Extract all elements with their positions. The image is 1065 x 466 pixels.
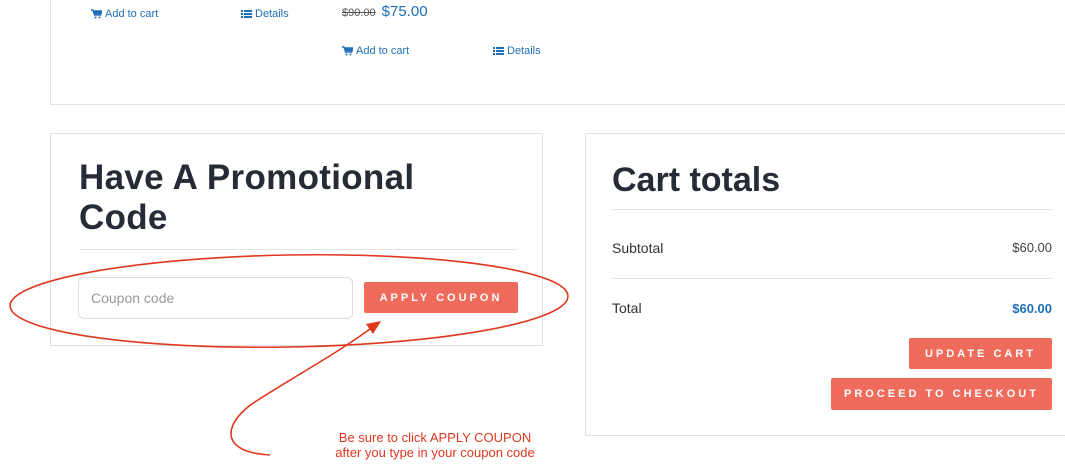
annotation-line-2: after you type in your coupon code [335,445,535,460]
cart-icon [342,46,353,56]
divider [612,278,1052,279]
list-icon [493,47,504,55]
annotation-note: Be sure to click APPLY COUPON after you … [300,430,570,460]
update-cart-button[interactable]: UPDATE CART [909,338,1052,369]
coupon-code-input[interactable] [78,277,353,319]
total-label: Total [612,300,642,316]
cart-icon [91,9,102,19]
add-to-cart-label: Add to cart [356,45,410,57]
subtotal-value: $60.00 [1012,240,1052,255]
cart-totals-title: Cart totals [612,161,781,199]
details-label: Details [255,8,289,20]
details-link-1[interactable]: Details [241,8,289,20]
old-price: $90.00 [342,7,376,19]
divider [612,209,1052,210]
add-to-cart-link-2[interactable]: Add to cart [342,45,409,57]
products-panel [50,0,1065,105]
sale-price: $75.00 [381,3,428,20]
subtotal-label: Subtotal [612,240,664,256]
promo-title: Have A Promotional Code [79,158,415,237]
add-to-cart-label: Add to cart [105,8,159,20]
add-to-cart-link-1[interactable]: Add to cart [91,8,158,20]
annotation-line-1: Be sure to click APPLY COUPON [338,430,532,445]
list-icon [241,10,252,18]
details-link-2[interactable]: Details [493,45,541,57]
proceed-to-checkout-button[interactable]: PROCEED TO CHECKOUT [831,378,1052,410]
divider [79,249,517,250]
apply-coupon-button[interactable]: APPLY COUPON [364,282,518,313]
product-price: $90.00 $75.00 [342,3,428,20]
details-label: Details [507,45,541,57]
total-value: $60.00 [1012,301,1052,316]
